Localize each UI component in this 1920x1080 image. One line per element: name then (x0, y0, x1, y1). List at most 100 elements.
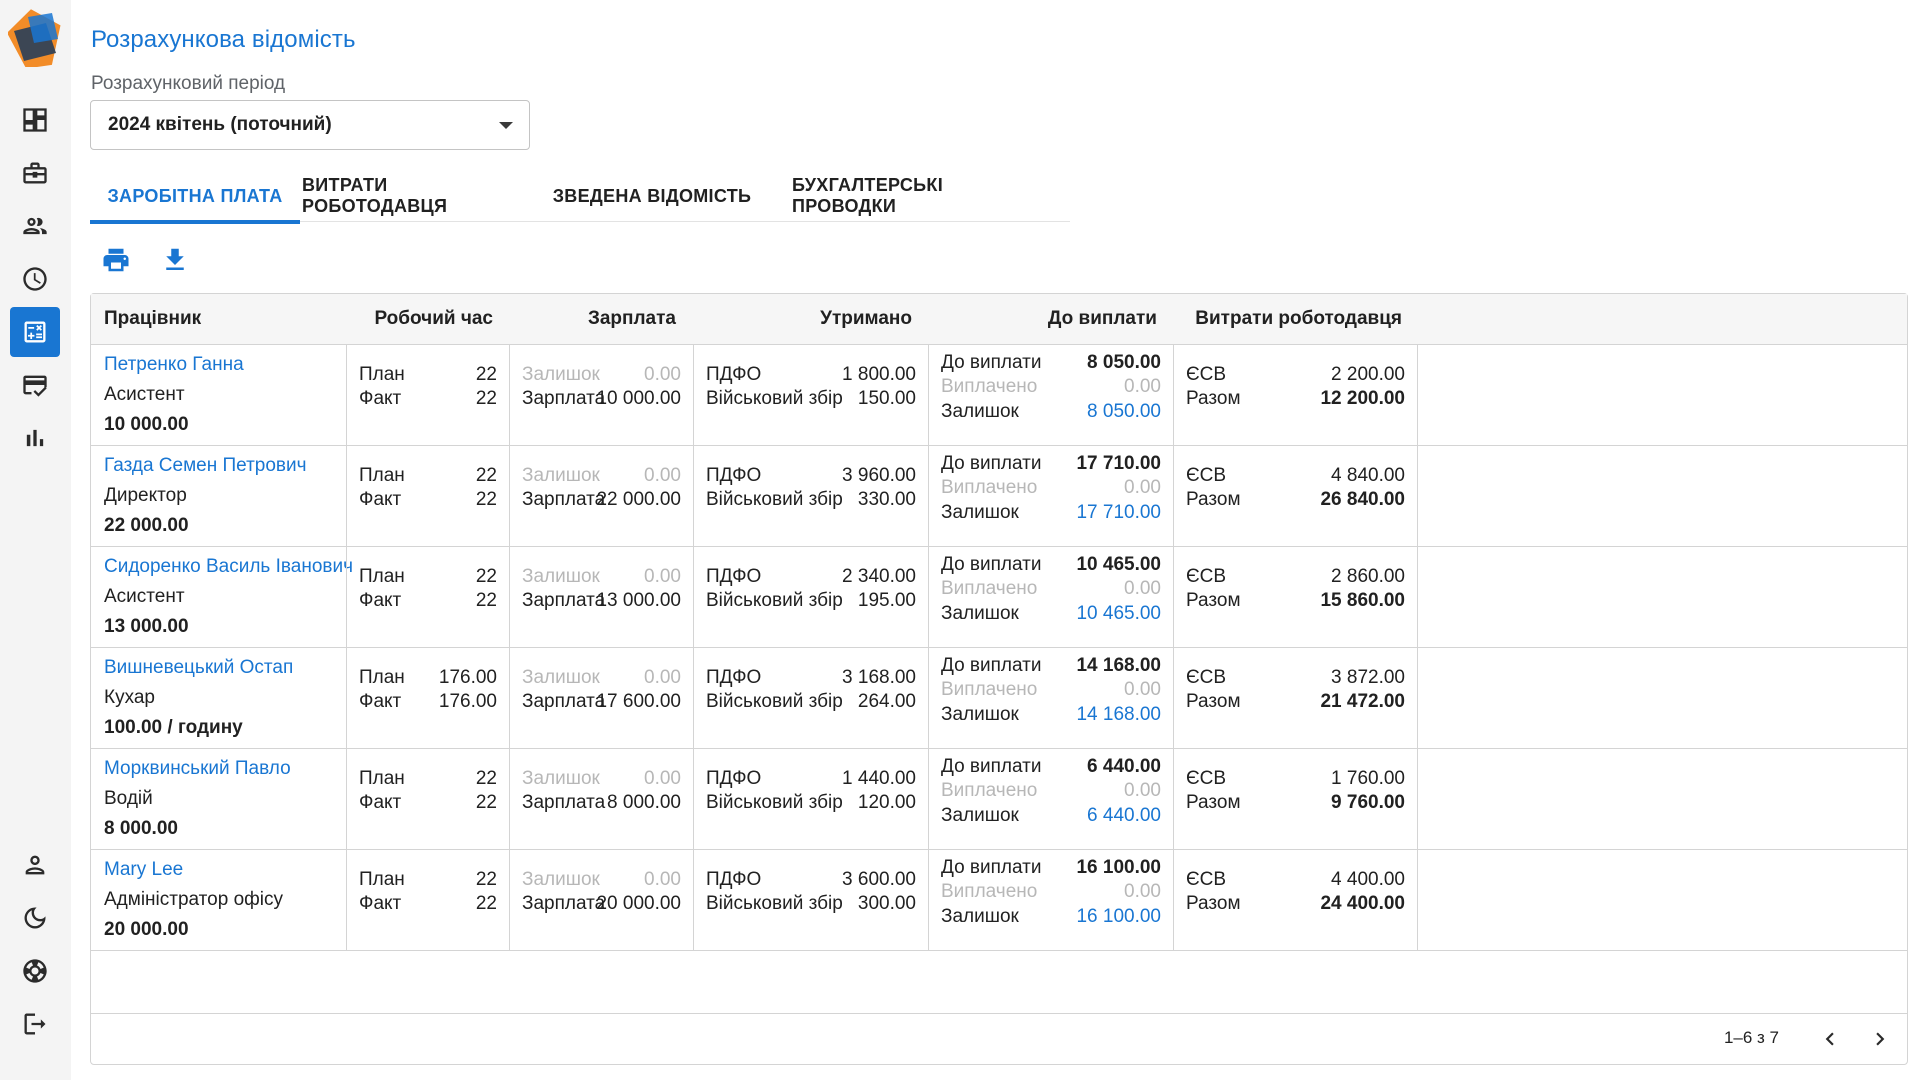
sidebar (0, 0, 71, 1080)
table-row: Вишневецький Остап Кухар 100.00 / годину… (91, 648, 1907, 749)
nav-support[interactable] (10, 946, 60, 996)
to-pay-label: До виплати (941, 756, 1042, 777)
to-pay-label: До виплати (941, 655, 1042, 676)
employee-cell: Морквинський Павло Водій 8 000.00 (91, 749, 346, 849)
employee-name-link[interactable]: Сидоренко Василь Іванович (104, 556, 353, 578)
paid-label: Виплачено (941, 376, 1038, 397)
people-icon (23, 217, 47, 235)
header-employer-costs[interactable]: Витрати роботодавця (1175, 294, 1402, 344)
nav-profile[interactable] (10, 840, 60, 890)
table-header: Працівник Робочий час Зарплата Утримано … (91, 294, 1907, 345)
esv-label: ЄСВ (1186, 364, 1227, 385)
nav-dashboard[interactable] (10, 95, 60, 145)
withheld-cell: ПДФО 1 800.00 Військовий збір 150.00 (693, 345, 928, 445)
paid-label: Виплачено (941, 477, 1038, 498)
employee-cell: Сидоренко Василь Іванович Асистент 13 00… (91, 547, 353, 647)
balance-value: 0.00 (644, 465, 681, 486)
military-tax-value: 120.00 (857, 792, 916, 813)
salary-value: 8 000.00 (607, 792, 681, 813)
tab-summary[interactable]: ЗВЕДЕНА ВІДОМІСТЬ (552, 170, 752, 222)
to-pay-value: 14 168.00 (1076, 655, 1161, 676)
remaining-value-link[interactable]: 6 440.00 (1087, 805, 1161, 827)
esv-label: ЄСВ (1186, 465, 1227, 486)
salary-cell: Залишок 0.00 Зарплата 8 000.00 (509, 749, 693, 849)
pdfo-value: 3 168.00 (842, 667, 916, 688)
next-page-button[interactable] (1865, 1024, 1895, 1054)
paid-label: Виплачено (941, 679, 1038, 700)
logout-icon (24, 1013, 46, 1035)
header-employee[interactable]: Працівник (104, 294, 201, 344)
tab-salary[interactable]: ЗАРОБІТНА ПЛАТА (90, 170, 300, 224)
fact-value: 22 (475, 792, 497, 813)
employee-name-link[interactable]: Вишневецький Остап (104, 657, 293, 679)
employee-name-link[interactable]: Петренко Ганна (104, 354, 244, 376)
print-button[interactable] (98, 242, 134, 278)
nav-logout[interactable] (10, 999, 60, 1049)
military-tax-label: Військовий збір (706, 489, 843, 510)
employer-costs-cell: ЄСВ 4 840.00 Разом 26 840.00 (1173, 446, 1418, 546)
header-salary[interactable]: Зарплата (512, 294, 676, 344)
table-row: Морквинський Павло Водій 8 000.00 План 22… (91, 749, 1907, 850)
payout-cell: До виплати 14 168.00 Виплачено 0.00 Залишо… (928, 648, 1173, 748)
header-withheld[interactable]: Утримано (695, 294, 912, 344)
salary-cell: Залишок 0.00 Зарплата 10 000.00 (509, 345, 693, 445)
balance-label: Залишок (522, 667, 600, 688)
employee-rate: 20 000.00 (104, 919, 189, 940)
to-pay-value: 10 465.00 (1076, 554, 1161, 575)
remaining-value-link[interactable]: 16 100.00 (1076, 906, 1161, 928)
app-logo[interactable] (7, 9, 62, 69)
remaining-value-link[interactable]: 10 465.00 (1076, 603, 1161, 625)
nav-reports[interactable] (10, 413, 60, 463)
nav-theme[interactable] (10, 893, 60, 943)
employee-name-link[interactable]: Газда Семен Петрович (104, 455, 307, 477)
nav-business[interactable] (10, 148, 60, 198)
bar-chart-icon (26, 429, 44, 447)
military-tax-value: 264.00 (857, 691, 916, 712)
esv-label: ЄСВ (1186, 768, 1227, 789)
prev-page-button[interactable] (1815, 1024, 1845, 1054)
employee-name-link[interactable]: Mary Lee (104, 859, 183, 881)
remaining-value-link[interactable]: 8 050.00 (1087, 401, 1161, 423)
table-row: Газда Семен Петрович Директор 22 000.00 … (91, 446, 1907, 547)
employer-total-value: 15 860.00 (1320, 590, 1405, 611)
page-title: Розрахункова відомість (91, 26, 356, 53)
plan-value: 22 (475, 566, 497, 587)
employee-rate: 10 000.00 (104, 414, 189, 435)
tab-accounting-entries[interactable]: БУХГАЛТЕРСЬКІ ПРОВОДКИ (792, 170, 1042, 222)
balance-label: Залишок (522, 869, 600, 890)
tab-employer-costs[interactable]: ВИТРАТИ РОБОТОДАВЦЯ (302, 170, 512, 222)
employee-position: Асистент (104, 384, 185, 405)
remaining-value-link[interactable]: 14 168.00 (1076, 704, 1161, 726)
nav-timesheet[interactable] (10, 254, 60, 304)
remaining-label: Залишок (941, 401, 1019, 422)
withheld-cell: ПДФО 3 168.00 Військовий збір 264.00 (693, 648, 928, 748)
download-icon (166, 248, 184, 270)
header-worktime[interactable]: Робочий час (350, 294, 493, 344)
withheld-cell: ПДФО 3 600.00 Військовий збір 300.00 (693, 850, 928, 950)
fact-label: Факт (359, 792, 402, 813)
remaining-label: Залишок (941, 906, 1019, 927)
balance-label: Залишок (522, 566, 600, 587)
to-pay-label: До виплати (941, 857, 1042, 878)
payout-cell: До виплати 16 100.00 Виплачено 0.00 Залишо… (928, 850, 1173, 950)
employer-costs-cell: ЄСВ 2 860.00 Разом 15 860.00 (1173, 547, 1418, 647)
header-payout[interactable]: До виплати (930, 294, 1157, 344)
nav-payments[interactable] (10, 360, 60, 410)
pdfo-label: ПДФО (706, 667, 762, 688)
pdfo-value: 2 340.00 (842, 566, 916, 587)
nav-payroll[interactable] (10, 307, 60, 357)
esv-value: 1 760.00 (1331, 768, 1405, 789)
remaining-value-link[interactable]: 17 710.00 (1076, 502, 1161, 524)
to-pay-label: До виплати (941, 554, 1042, 575)
worktime-cell: План 22 Факт 22 (346, 547, 509, 647)
download-button[interactable] (157, 242, 193, 278)
pdfo-label: ПДФО (706, 364, 762, 385)
to-pay-value: 8 050.00 (1087, 352, 1161, 373)
salary-value: 20 000.00 (596, 893, 681, 914)
nav-employees[interactable] (10, 201, 60, 251)
esv-value: 4 840.00 (1331, 465, 1405, 486)
period-select[interactable]: 2024 квітень (поточний) (90, 100, 530, 150)
payout-cell: До виплати 6 440.00 Виплачено 0.00 Залишок… (928, 749, 1173, 849)
plan-value: 176.00 (438, 667, 497, 688)
employee-name-link[interactable]: Морквинський Павло (104, 758, 291, 780)
